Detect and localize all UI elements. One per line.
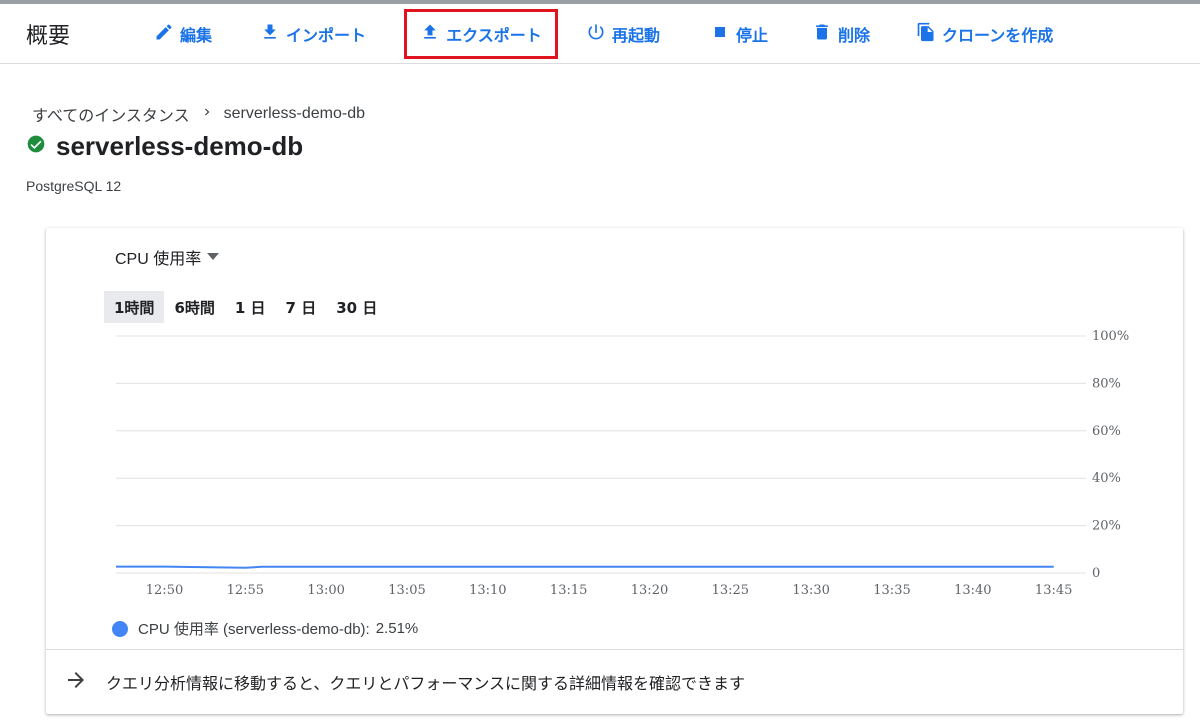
- toolbar: 概要 編集 インポート エクスポート 再起動 停止 削除 クローンを作成: [0, 4, 1200, 64]
- stop-icon: [710, 22, 730, 46]
- stop-button[interactable]: 停止: [706, 14, 772, 54]
- edit-label: 編集: [180, 26, 213, 45]
- arrow-right-icon: [64, 668, 88, 697]
- legend-label: CPU 使用率 (serverless-demo-db):: [138, 621, 370, 638]
- x-tick-label: 12:55: [227, 583, 264, 598]
- check-circle-icon: [26, 134, 46, 159]
- stop-label: 停止: [736, 26, 769, 45]
- instance-header: serverless-demo-db: [26, 131, 303, 162]
- y-tick-label: 0: [1092, 566, 1100, 581]
- trash-icon: [812, 22, 832, 46]
- delete-button[interactable]: 削除: [808, 14, 874, 54]
- clone-icon: [916, 22, 936, 46]
- clone-label: クローンを作成: [942, 26, 1054, 45]
- export-button[interactable]: エクスポート: [404, 9, 558, 59]
- power-icon: [586, 22, 606, 46]
- edit-button[interactable]: 編集: [150, 14, 216, 54]
- metric-card: CPU 使用率 1時間 6時間 1 日 7 日 30 日 0 20% 40% 60% 8…: [46, 228, 1183, 714]
- import-icon: [260, 22, 280, 46]
- x-tick-label: 13:35: [873, 583, 910, 598]
- delete-label: 削除: [838, 26, 871, 45]
- legend-swatch: [112, 620, 128, 637]
- y-tick-label: 20%: [1092, 519, 1121, 534]
- x-tick-label: 13:15: [550, 583, 587, 598]
- page-title: 概要: [26, 24, 71, 49]
- breadcrumb-all-instances[interactable]: すべてのインスタンス: [32, 102, 190, 126]
- import-button[interactable]: インポート: [256, 14, 370, 54]
- database-version: PostgreSQL 12: [26, 178, 122, 194]
- chevron-right-icon: [200, 105, 214, 124]
- x-tick-label: 13:40: [954, 583, 991, 598]
- y-tick-label: 80%: [1092, 376, 1121, 391]
- export-label: エクスポート: [446, 26, 542, 45]
- x-tick-label: 13:00: [307, 583, 344, 598]
- breadcrumb-current: serverless-demo-db: [223, 105, 365, 122]
- chart-legend: CPU 使用率 (serverless-demo-db): 2.51%: [112, 618, 418, 639]
- y-tick-label: 100%: [1092, 329, 1129, 344]
- y-tick-label: 60%: [1092, 424, 1121, 439]
- breadcrumb: すべてのインスタンス serverless-demo-db: [32, 102, 365, 126]
- x-tick-label: 13:30: [792, 583, 829, 598]
- cpu-usage-chart: 0 20% 40% 60% 80% 100% 12:50 12:55 13:00 13:05 13:…: [116, 329, 1129, 598]
- x-tick-label: 13:25: [712, 583, 749, 598]
- restart-button[interactable]: 再起動: [582, 14, 664, 54]
- x-tick-label: 13:10: [469, 583, 506, 598]
- clone-button[interactable]: クローンを作成: [912, 14, 1057, 54]
- x-tick-label: 12:50: [146, 583, 183, 598]
- x-tick-label: 13:45: [1035, 583, 1072, 598]
- x-tick-label: 13:05: [388, 583, 425, 598]
- import-label: インポート: [286, 26, 367, 45]
- query-insights-text: クエリ分析情報に移動すると、クエリとパフォーマンスに関する詳細情報を確認できます: [106, 674, 746, 693]
- restart-label: 再起動: [612, 26, 661, 45]
- export-icon: [420, 22, 440, 46]
- query-insights-link[interactable]: クエリ分析情報に移動すると、クエリとパフォーマンスに関する詳細情報を確認できます: [46, 649, 1183, 714]
- legend-value: 2.51%: [375, 620, 419, 637]
- instance-title: serverless-demo-db: [56, 131, 304, 161]
- pencil-icon: [154, 22, 174, 46]
- y-tick-label: 40%: [1092, 471, 1121, 486]
- x-tick-label: 13:20: [631, 583, 668, 598]
- cpu-usage-series-line: [116, 565, 1054, 569]
